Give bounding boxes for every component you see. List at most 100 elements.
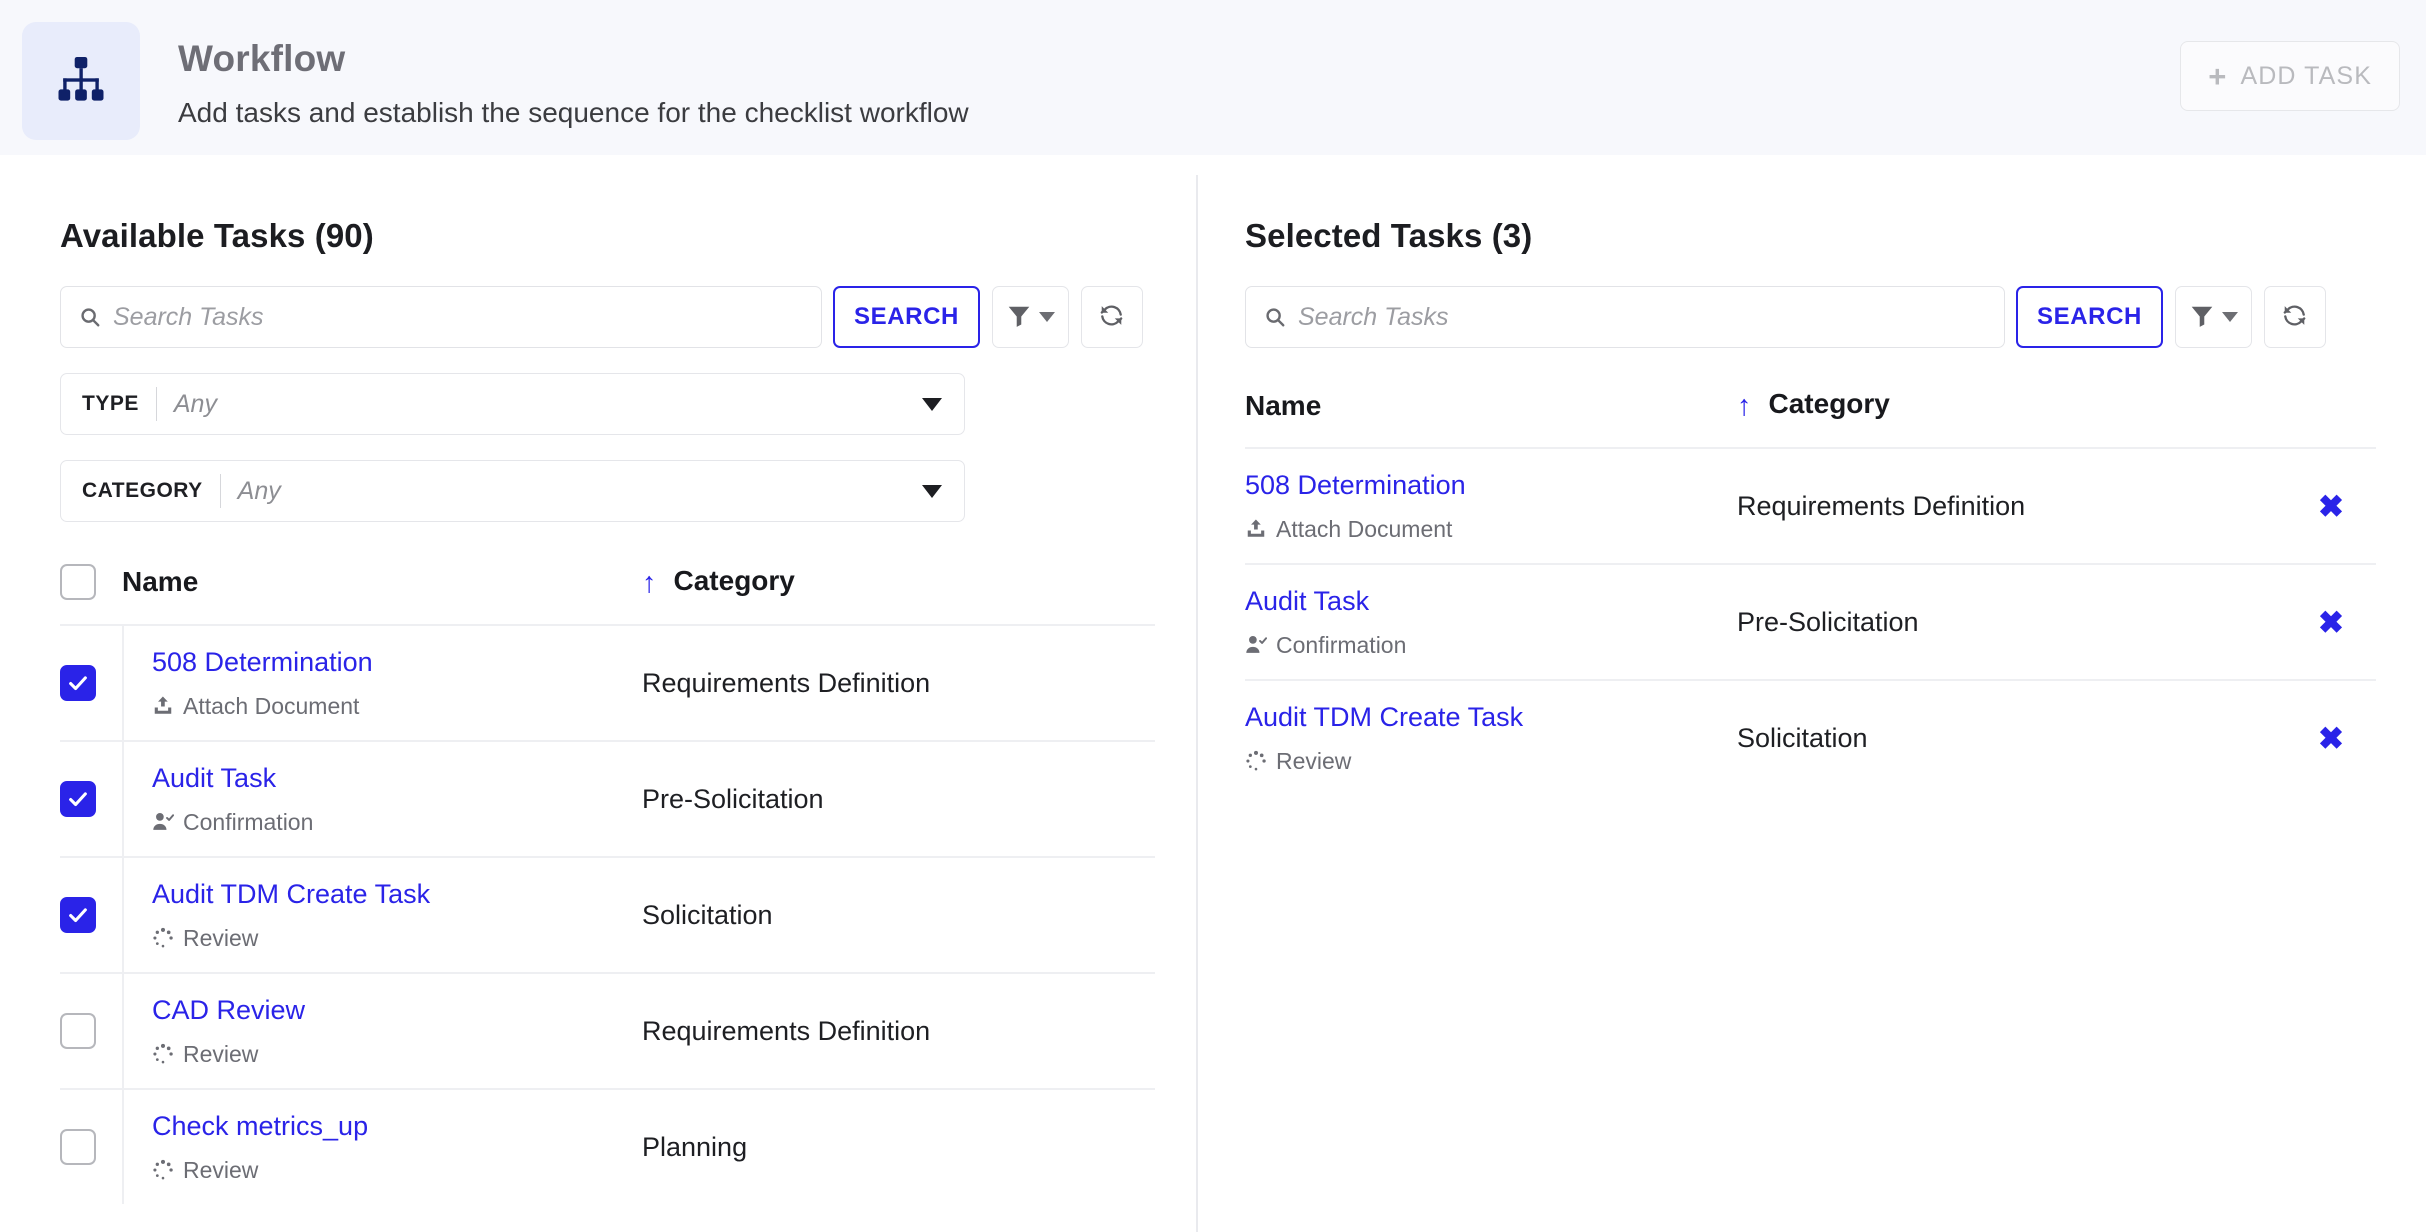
page-header: Workflow Add tasks and establish the seq… — [0, 0, 2426, 155]
task-type-label: Review — [183, 924, 259, 951]
row-category-cell: Pre-Solicitation — [1737, 606, 1919, 637]
available-table-header: Name ↑ Category — [60, 564, 1155, 624]
category-filter-label: CATEGORY — [82, 479, 203, 502]
selected-refresh-button[interactable] — [2263, 286, 2326, 348]
plus-icon: + — [2208, 58, 2228, 94]
category-filter-select[interactable]: CATEGORY Any — [60, 460, 965, 522]
refresh-icon — [1098, 302, 1125, 332]
row-checkbox[interactable] — [60, 665, 96, 701]
upload-icon — [152, 695, 174, 717]
filter-separator — [219, 474, 221, 508]
task-name-link[interactable]: Audit Task — [152, 762, 642, 794]
available-col-category[interactable]: ↑ Category — [642, 564, 1155, 624]
row-category-cell: Requirements Definition — [642, 667, 931, 698]
task-name-link[interactable]: Audit Task — [1245, 585, 1737, 617]
spinner-icon — [152, 1159, 174, 1181]
task-name-link[interactable]: Check metrics_up — [152, 1110, 642, 1142]
row-name-cell: 508 Determination Attach Document — [122, 626, 642, 740]
row-checkbox-cell — [60, 742, 122, 856]
selected-search-button[interactable]: SEARCH — [2016, 286, 2163, 348]
task-type: Attach Document — [1245, 516, 1737, 543]
row-category-cell: Solicitation — [1737, 722, 1868, 753]
row-category-cell: Solicitation — [642, 899, 773, 930]
funnel-icon — [2189, 303, 2215, 332]
workflow-icon-box — [22, 22, 140, 140]
selected-tasks-panel: Selected Tasks (3) SEARCH — [1197, 173, 2426, 1232]
available-search-field[interactable] — [60, 286, 822, 348]
search-icon — [79, 306, 101, 328]
funnel-icon — [1006, 303, 1032, 332]
add-task-button[interactable]: + ADD TASK — [2180, 41, 2400, 111]
filter-separator — [155, 387, 157, 421]
task-type: Confirmation — [152, 809, 642, 836]
row-name-cell: Audit TDM Create Task Review — [1245, 681, 1737, 795]
table-row[interactable]: 508 Determination Attach Document Requir… — [1245, 447, 2376, 563]
row-checkbox[interactable] — [60, 897, 96, 933]
selected-search-field[interactable] — [1245, 286, 2005, 348]
chevron-down-icon — [1038, 312, 1055, 322]
task-name-link[interactable]: CAD Review — [152, 994, 642, 1026]
chevron-down-icon — [922, 484, 942, 498]
available-tasks-title: Available Tasks (90) — [60, 217, 374, 254]
available-filter-button[interactable] — [991, 286, 1069, 348]
row-name-cell: Audit Task Confirmation — [1245, 565, 1737, 679]
table-row[interactable]: Audit Task Confirmation Pre-Solicitation — [60, 740, 1155, 856]
table-row[interactable]: CAD Review Review Requirements Definitio… — [60, 972, 1155, 1088]
row-category-cell: Requirements Definition — [1737, 490, 2026, 521]
row-checkbox-cell — [60, 626, 122, 740]
available-rows: 508 Determination Attach Document Requir… — [60, 624, 1155, 1204]
chevron-down-icon — [2221, 312, 2238, 322]
sort-ascending-icon: ↑ — [1737, 390, 1752, 422]
available-refresh-button[interactable] — [1080, 286, 1143, 348]
chevron-down-icon — [922, 397, 942, 411]
selected-search-input[interactable] — [1298, 302, 1988, 332]
available-search-input[interactable] — [113, 302, 805, 332]
spinner-icon — [152, 927, 174, 949]
search-icon — [1264, 306, 1286, 328]
row-checkbox[interactable] — [60, 1129, 96, 1165]
task-name-link[interactable]: Audit TDM Create Task — [1245, 701, 1737, 733]
task-type-label: Confirmation — [1276, 631, 1407, 658]
selected-search-row: SEARCH — [1245, 286, 2376, 348]
task-type-label: Attach Document — [183, 692, 360, 719]
selected-col-name[interactable]: Name — [1245, 388, 1737, 447]
task-name-link[interactable]: Audit TDM Create Task — [152, 878, 642, 910]
task-type-label: Confirmation — [183, 808, 314, 835]
category-filter-value: Any — [237, 476, 281, 505]
selected-table: Name ↑ Category 508 Determination Attach… — [1245, 388, 2376, 795]
type-filter-value: Any — [173, 389, 217, 418]
task-name-link[interactable]: 508 Determination — [1245, 469, 1737, 501]
type-filter-select[interactable]: TYPE Any — [60, 373, 965, 435]
table-row[interactable]: Audit Task Confirmation Pre-Solicitation… — [1245, 563, 2376, 679]
task-type: Review — [152, 925, 642, 952]
remove-task-button[interactable]: ✖ — [2312, 485, 2350, 528]
table-row[interactable]: Audit TDM Create Task Review Solicitatio… — [60, 856, 1155, 972]
remove-task-button[interactable]: ✖ — [2312, 601, 2350, 644]
select-all-cell — [60, 564, 122, 624]
selected-filter-button[interactable] — [2174, 286, 2252, 348]
selected-col-category[interactable]: ↑ Category — [1737, 388, 2286, 447]
row-checkbox[interactable] — [60, 781, 96, 817]
task-type: Review — [152, 1157, 642, 1184]
selected-tasks-title: Selected Tasks (3) — [1245, 217, 1533, 254]
select-all-checkbox[interactable] — [60, 564, 96, 600]
task-type: Review — [1245, 748, 1737, 775]
remove-task-button[interactable]: ✖ — [2312, 717, 2350, 760]
main-card: Available Tasks (90) SEARCH — [0, 173, 2426, 1232]
row-name-cell: 508 Determination Attach Document — [1245, 449, 1737, 563]
task-type-label: Attach Document — [1276, 515, 1453, 542]
table-row[interactable]: 508 Determination Attach Document Requir… — [60, 624, 1155, 740]
type-filter-label: TYPE — [82, 392, 139, 415]
selected-col-actions — [2286, 388, 2376, 447]
row-checkbox-cell — [60, 974, 122, 1088]
table-row[interactable]: Check metrics_up Review Planning — [60, 1088, 1155, 1204]
available-col-name[interactable]: Name — [122, 564, 642, 624]
spinner-icon — [152, 1043, 174, 1065]
task-name-link[interactable]: 508 Determination — [152, 646, 642, 678]
row-name-cell: CAD Review Review — [122, 974, 642, 1088]
row-name-cell: Check metrics_up Review — [122, 1090, 642, 1204]
user-check-icon — [152, 811, 175, 833]
row-checkbox[interactable] — [60, 1013, 96, 1049]
available-search-button[interactable]: SEARCH — [833, 286, 980, 348]
table-row[interactable]: Audit TDM Create Task Review Solicitatio… — [1245, 679, 2376, 795]
